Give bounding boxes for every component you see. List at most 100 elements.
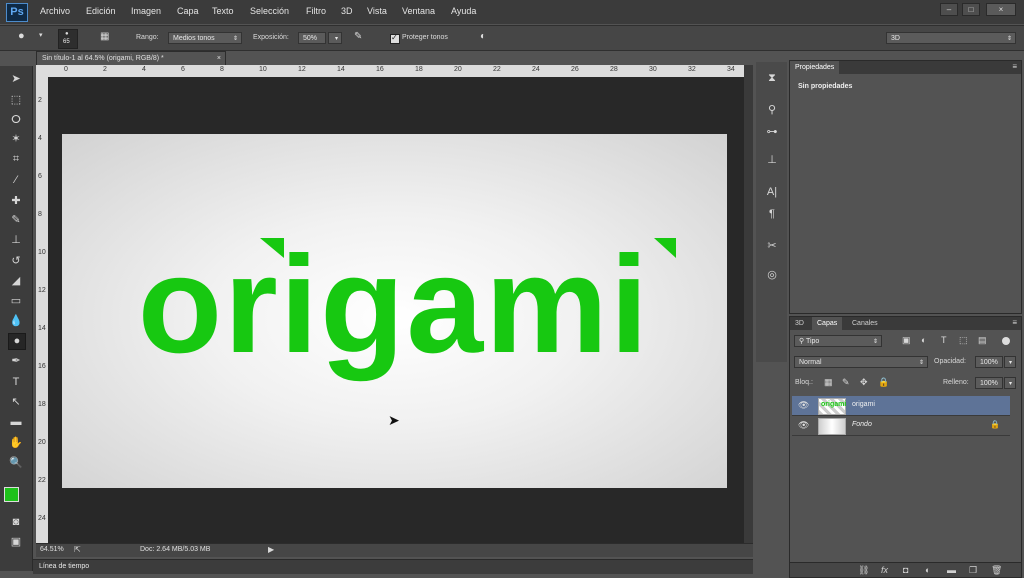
filter-type-icon[interactable]: T [941, 335, 947, 345]
exposure-slider-button[interactable]: ▾ [328, 32, 342, 44]
layer-row-origami[interactable]: 👁 origami origami [792, 396, 1010, 416]
menu-3d[interactable]: 3D [341, 6, 353, 16]
dodge-tool-icon[interactable]: ● [8, 333, 26, 350]
airbrush-icon[interactable]: ✎ [354, 31, 362, 42]
lock-pixels-icon[interactable]: ✎ [842, 377, 850, 388]
menu-archivo[interactable]: Archivo [40, 6, 70, 16]
path-selection-tool-icon[interactable]: ↖ [8, 395, 24, 410]
menu-edicion[interactable]: Edición [86, 6, 116, 16]
lock-position-icon[interactable]: ✥ [860, 377, 868, 388]
screen-mode-icon[interactable]: ▣ [8, 535, 24, 550]
tab-3d[interactable]: 3D [790, 317, 809, 330]
menu-imagen[interactable]: Imagen [131, 6, 161, 16]
filter-shape-icon[interactable]: ⬚ [959, 335, 968, 346]
filter-smart-object-icon[interactable]: ▤ [978, 335, 987, 346]
workspace-select[interactable]: 3D ⇕ [886, 32, 1016, 44]
paragraph-panel-icon[interactable]: ¶ [764, 206, 780, 222]
close-tab-icon[interactable]: × [217, 52, 221, 66]
menu-seleccion[interactable]: Selección [250, 6, 289, 16]
blur-tool-icon[interactable]: 💧 [8, 314, 24, 329]
pressure-icon[interactable]: ◐ [480, 31, 486, 42]
history-panel-icon[interactable]: ⧗ [764, 70, 780, 86]
timeline-panel[interactable]: Línea de tiempo [33, 559, 753, 574]
menu-filtro[interactable]: Filtro [306, 6, 326, 16]
fill-input[interactable]: 100% [975, 377, 1003, 389]
menu-ayuda[interactable]: Ayuda [451, 6, 476, 16]
layer-filter-select[interactable]: ⚲ Tipo ⇕ [794, 335, 882, 347]
quick-mask-icon[interactable]: ◙ [8, 515, 24, 530]
layer-row-fondo[interactable]: 👁 Fondo 🔒 [792, 416, 1010, 436]
visibility-eye-icon[interactable]: 👁 [798, 420, 809, 430]
zoom-level[interactable]: 64.51% [40, 546, 64, 553]
panel-menu-icon[interactable]: ≡ [1012, 318, 1017, 327]
eraser-tool-icon[interactable]: ◢ [8, 274, 24, 289]
new-layer-icon[interactable]: ❐ [969, 565, 977, 576]
minimize-button[interactable]: – [940, 3, 958, 16]
tool-presets-icon[interactable]: ⊶ [764, 124, 780, 140]
vertical-scrollbar[interactable] [744, 65, 753, 543]
link-icon[interactable]: ⛓ [858, 565, 869, 576]
hand-tool-icon[interactable]: ✋ [8, 436, 24, 451]
export-icon[interactable]: ⇱ [74, 545, 81, 554]
filter-toggle[interactable] [1002, 337, 1010, 345]
lock-transparent-icon[interactable]: ▦ [824, 377, 833, 388]
fill-slider-button[interactable]: ▾ [1004, 377, 1016, 389]
brush-tool-icon[interactable]: ✎ [8, 213, 24, 228]
close-window-button[interactable]: × [986, 3, 1016, 16]
opacity-input[interactable]: 100% [975, 356, 1003, 368]
magic-wand-tool-icon[interactable]: ✶ [8, 132, 24, 147]
shape-tool-icon[interactable]: ▬ [8, 415, 24, 430]
lasso-tool-icon[interactable]: ⵔ [8, 113, 24, 128]
stamp-tool-icon[interactable]: ⊥ [8, 233, 24, 248]
exposure-input[interactable]: 50% [298, 32, 326, 44]
tab-properties[interactable]: Propiedades [790, 61, 840, 74]
blend-mode-select[interactable]: Normal ⇕ [794, 356, 928, 368]
document-tab[interactable]: Sin título-1 al 64.5% (origami, RGB/8) *… [36, 51, 226, 65]
group-icon[interactable]: ▬ [947, 565, 956, 575]
ruler-origin[interactable] [36, 65, 48, 77]
brush-presets-icon[interactable]: ⚲ [764, 102, 780, 118]
trash-icon[interactable]: 🗑 [991, 565, 1002, 576]
menu-texto[interactable]: Texto [212, 6, 234, 16]
move-tool-icon[interactable]: ➤ [8, 72, 24, 87]
3d-panel-icon[interactable]: ◎ [764, 267, 780, 283]
collapsed-panels-strip: ⧗ ⚲ ⊶ ⊥ A| ¶ ✂ ◎ [756, 62, 787, 362]
mask-icon[interactable]: ◘ [903, 565, 908, 575]
maximize-button[interactable]: □ [962, 3, 980, 16]
tab-layers[interactable]: Capas [812, 317, 843, 330]
tools-3d-icon[interactable]: ✂ [764, 238, 780, 254]
type-tool-icon[interactable]: T [8, 375, 24, 390]
filter-adjustment-icon[interactable]: ◐ [921, 335, 926, 345]
clone-source-icon[interactable]: ⊥ [764, 152, 780, 168]
document-canvas[interactable]: origami ➤ [62, 134, 727, 488]
tab-channels[interactable]: Canales [847, 317, 883, 330]
filter-pixel-icon[interactable]: ▣ [902, 335, 911, 346]
chevron-down-icon: ▾ [1008, 381, 1012, 387]
range-select[interactable]: Medios tonos ⇕ [168, 32, 242, 44]
panel-menu-icon[interactable]: ≡ [1012, 62, 1017, 71]
healing-tool-icon[interactable]: ✚ [8, 194, 24, 209]
menu-ventana[interactable]: Ventana [402, 6, 435, 16]
protect-tones-checkbox[interactable]: ✓ [390, 33, 400, 44]
marquee-tool-icon[interactable]: ⬚ [8, 93, 24, 108]
menu-capa[interactable]: Capa [177, 6, 199, 16]
adjustment-icon[interactable]: ◐ [925, 565, 930, 575]
lock-all-icon[interactable]: 🔒 [878, 377, 889, 388]
eyedropper-tool-icon[interactable]: ⁄ [8, 173, 24, 188]
crop-tool-icon[interactable]: ⌗ [8, 152, 24, 167]
chevron-down-icon[interactable]: ▾ [39, 31, 43, 39]
history-brush-tool-icon[interactable]: ↺ [8, 254, 24, 269]
play-icon[interactable]: ▶ [268, 545, 274, 554]
dodge-tool-preset-icon[interactable]: ● [18, 30, 25, 42]
menu-vista[interactable]: Vista [367, 6, 387, 16]
brush-panel-icon[interactable]: ▦ [100, 31, 109, 42]
fx-icon[interactable]: fx [881, 565, 888, 575]
brush-preview[interactable]: ● 65 [58, 29, 78, 49]
visibility-eye-icon[interactable]: 👁 [798, 400, 809, 410]
zoom-tool-icon[interactable]: 🔍 [8, 456, 24, 471]
character-panel-icon[interactable]: A| [764, 184, 780, 200]
opacity-slider-button[interactable]: ▾ [1004, 356, 1016, 368]
pen-tool-icon[interactable]: ✒ [8, 354, 24, 369]
gradient-tool-icon[interactable]: ▭ [8, 294, 24, 309]
foreground-color-swatch[interactable] [4, 487, 19, 502]
